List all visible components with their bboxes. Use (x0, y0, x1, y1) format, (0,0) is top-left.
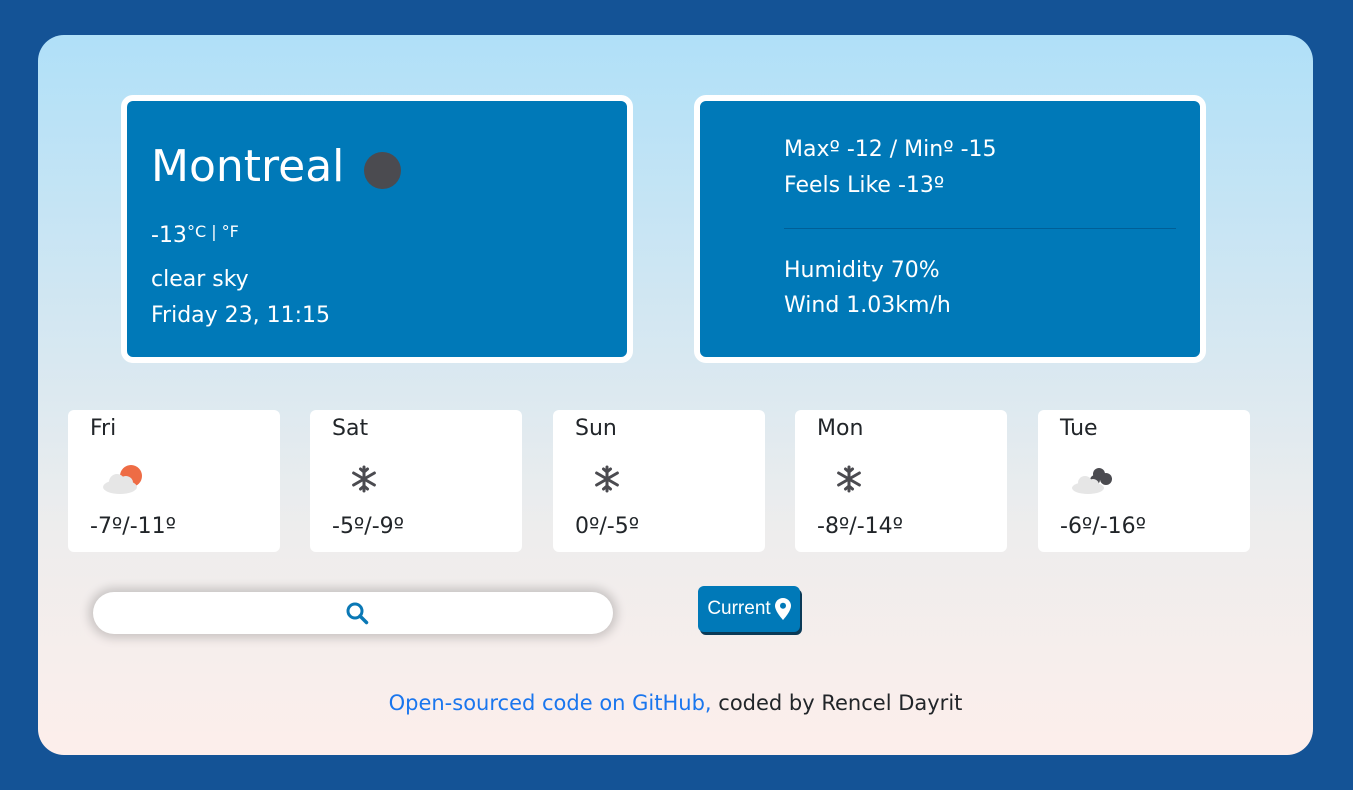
unit-separator: | (206, 222, 222, 241)
forecast-temperature: -5º/-9º (332, 514, 405, 539)
forecast-temperature: -7º/-11º (90, 514, 177, 539)
forecast-day: Fri (90, 416, 117, 441)
forecast-card: Fri -7º/-11º (68, 410, 280, 552)
weather-description: clear sky (151, 267, 249, 292)
snowflake-icon (352, 465, 376, 493)
forecast-card: Tue -6º/-16º (1038, 410, 1250, 552)
temperature-row: -13°C | °F (151, 221, 239, 251)
forecast-temperature: -8º/-14º (817, 514, 904, 539)
search-icon[interactable] (345, 601, 369, 625)
current-weather-card: Montreal -13°C | °F clear sky Friday 23,… (121, 95, 633, 363)
celsius-link[interactable]: °C (187, 222, 206, 241)
forecast-day: Sat (332, 416, 369, 441)
city-row: Montreal (151, 139, 402, 195)
weather-app: Montreal -13°C | °F clear sky Friday 23,… (38, 35, 1313, 755)
moon-icon (364, 151, 402, 189)
broken-clouds-icon (1072, 468, 1112, 494)
forecast-day: Tue (1060, 416, 1098, 441)
location-pin-icon (774, 598, 791, 620)
wind: Wind 1.03km/h (784, 293, 951, 318)
details-divider (784, 228, 1176, 229)
feels-like: Feels Like -13º (784, 173, 945, 198)
forecast-day: Mon (817, 416, 864, 441)
forecast-card: Sun 0º/-5º (553, 410, 765, 552)
partly-cloudy-sun-icon (103, 465, 142, 494)
fahrenheit-link[interactable]: °F (222, 222, 239, 241)
current-datetime: Friday 23, 11:15 (151, 303, 331, 328)
snowflake-icon (595, 465, 619, 493)
forecast-card: Sat -5º/-9º (310, 410, 522, 552)
temperature-value: -13 (151, 223, 187, 248)
current-location-button[interactable]: Current (698, 586, 800, 632)
forecast-day: Sun (575, 416, 617, 441)
forecast-temperature: 0º/-5º (575, 514, 640, 539)
snowflake-icon (837, 465, 861, 493)
github-link[interactable]: Open-sourced code on GitHub, (389, 691, 712, 715)
current-button-label: Current (707, 598, 771, 619)
search-box (93, 592, 613, 634)
forecast-card: Mon -8º/-14º (795, 410, 1007, 552)
city-name: Montreal (151, 141, 345, 192)
footer: Open-sourced code on GitHub, coded by Re… (38, 689, 1313, 717)
footer-credit: coded by Rencel Dayrit (711, 691, 963, 715)
forecast-temperature: -6º/-16º (1060, 514, 1147, 539)
max-min-temperature: Maxº -12 / Minº -15 (784, 137, 997, 162)
humidity: Humidity 70% (784, 258, 940, 283)
weather-details-card: Maxº -12 / Minº -15 Feels Like -13º Humi… (694, 95, 1206, 363)
